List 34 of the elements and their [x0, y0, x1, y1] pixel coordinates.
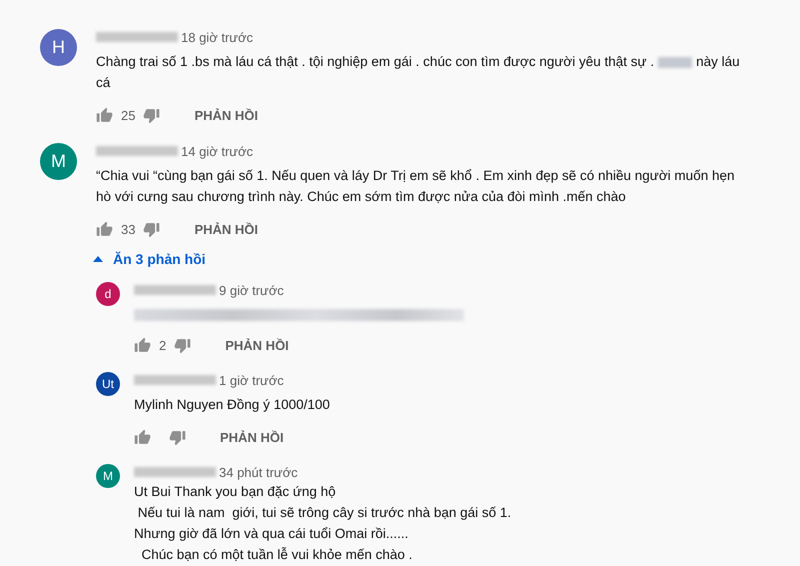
- avatar[interactable]: H: [40, 29, 77, 66]
- thumbs-up-icon[interactable]: [134, 428, 151, 446]
- thumbs-down-icon[interactable]: [169, 428, 186, 446]
- comment-time: 1 giờ trước: [219, 372, 284, 388]
- comment-text: Mylinh Nguyen Đồng ý 1000/100: [134, 396, 331, 414]
- like-count: 2: [159, 338, 166, 352]
- like-count: 25: [121, 108, 136, 122]
- reply-button[interactable]: PHẢN HỒI: [217, 332, 297, 358]
- thumbs-up-icon[interactable]: [134, 336, 151, 354]
- avatar[interactable]: d: [96, 282, 120, 306]
- comment-time: 14 giờ trước: [181, 144, 253, 158]
- reply-button[interactable]: PHẢN HỒI: [186, 102, 266, 128]
- comment-text: Chàng trai số 1 .bs mà láu cá thật . tội nghiệp em gái . chúc con tìm được người yêu thật sự . này láu cá: [96, 53, 741, 92]
- like-count: 33: [121, 222, 136, 236]
- reply-button[interactable]: PHẢN HỒI: [212, 424, 292, 450]
- hide-replies-button[interactable]: Ăn 3 phản hồi: [93, 247, 206, 271]
- comment-text: “Chia vui “cùng bạn gái số 1. Nếu quen và láy Dr Trị em sẽ khổ . Em xinh đẹp sẽ có nhiều người muốn hẹn hò với cưng sau chương trình này. Chúc em sớm tìm được nửa của đòi mình .mến chào: [96, 167, 736, 206]
- thumbs-down-icon[interactable]: [174, 336, 192, 354]
- thumbs-down-icon[interactable]: [143, 106, 160, 124]
- thumbs-up-icon[interactable]: [96, 220, 113, 238]
- comment-time: 9 giờ trước: [219, 282, 284, 298]
- comment-time: 34 phút trước: [219, 464, 298, 480]
- comment-text: Ut Bui Thank you bạn đặc ứng hộ: [134, 483, 337, 501]
- reply-button[interactable]: PHẢN HỒI: [186, 216, 266, 242]
- thumbs-down-icon[interactable]: [143, 220, 160, 238]
- avatar[interactable]: M: [40, 143, 77, 180]
- avatar[interactable]: Ut: [96, 372, 120, 396]
- comment-text: Nếu tui là nam giới, tui sẽ trông cây si trước nhà bạn gái số 1.: [136, 504, 512, 522]
- comment-text: Nhưng giờ đã lớn và qua cái tuổi Omai rồi......: [134, 525, 410, 543]
- comment-time: 18 giờ trước: [181, 30, 253, 44]
- caret-icon: [93, 256, 103, 262]
- comment-text: Chúc bạn có một tuần lễ vui khỏe mến chào .: [140, 546, 414, 564]
- thumbs-up-icon[interactable]: [96, 106, 113, 124]
- avatar[interactable]: M: [96, 464, 120, 488]
